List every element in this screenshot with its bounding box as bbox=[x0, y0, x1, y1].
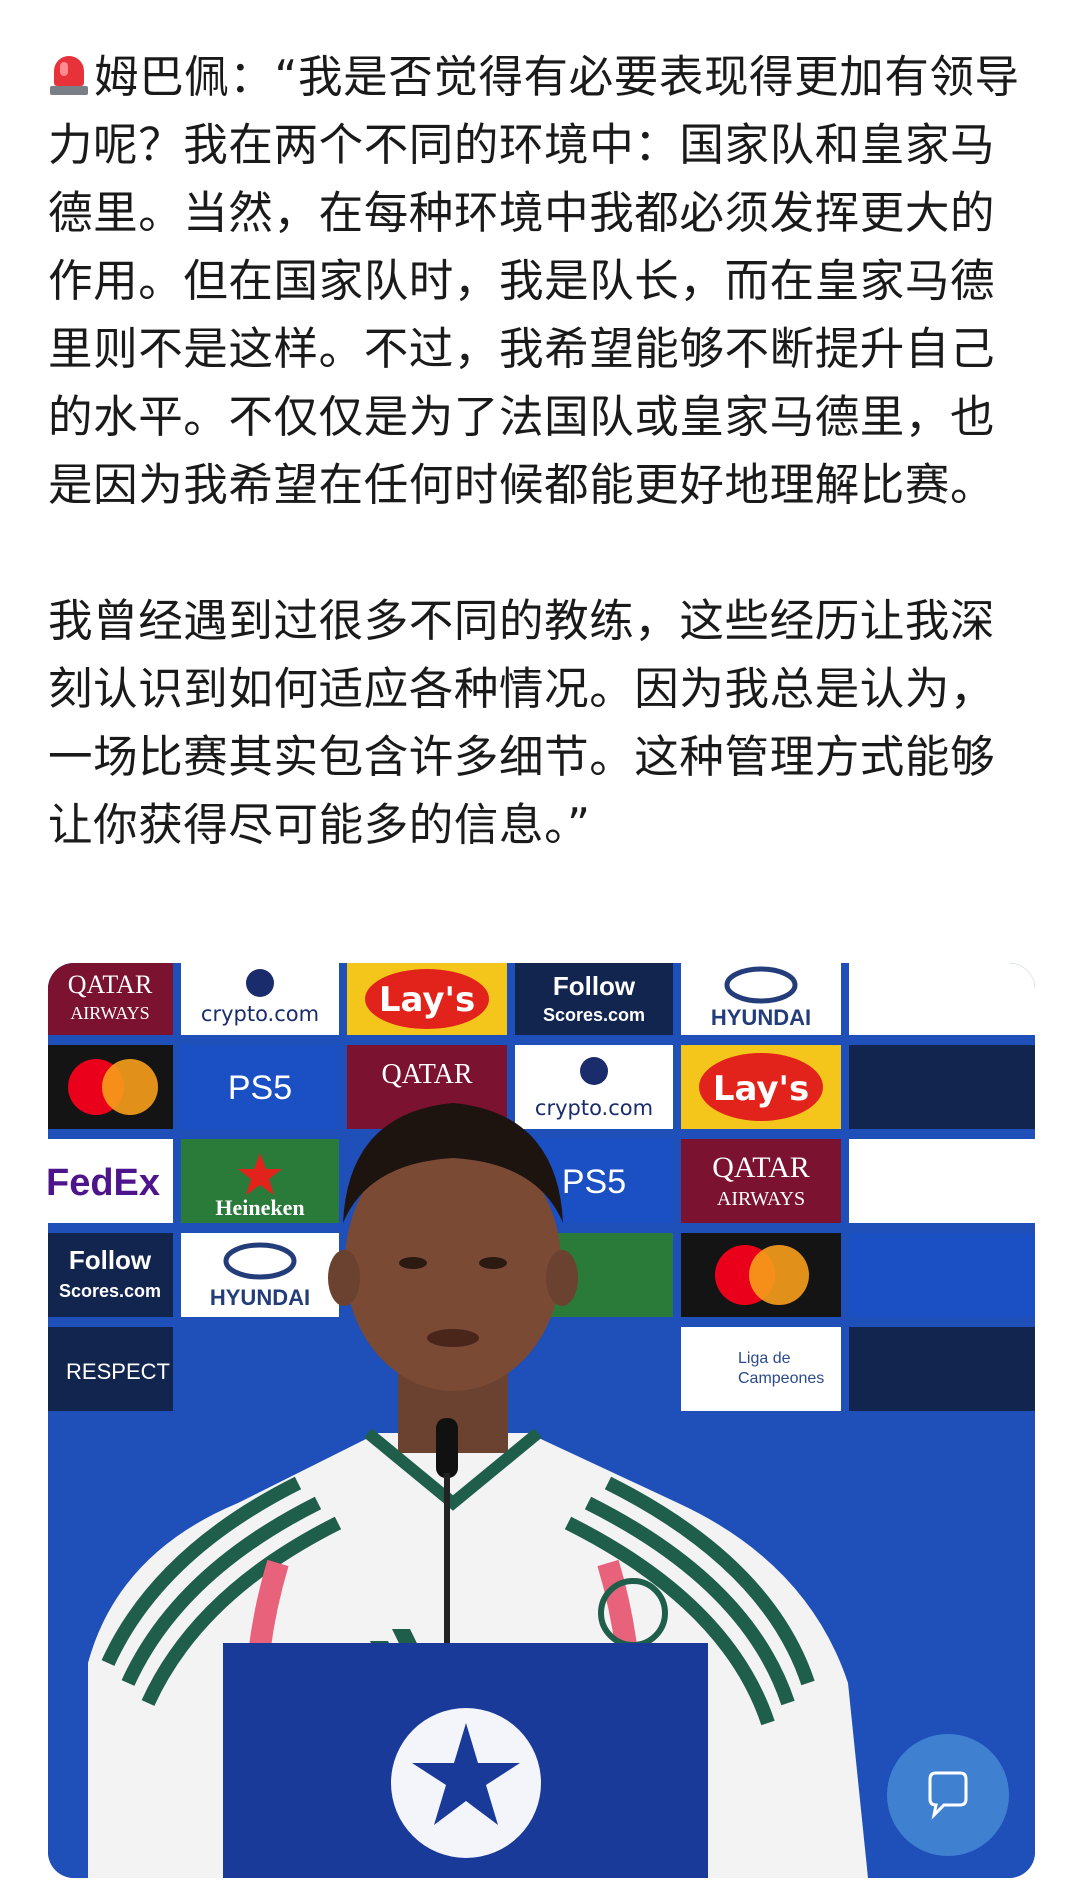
chat-bubble-icon[interactable] bbox=[887, 1734, 1009, 1856]
board-edge-2 bbox=[849, 1045, 1035, 1129]
board-edge-3 bbox=[849, 1139, 1035, 1223]
board-crypto-2-text: crypto.com bbox=[535, 1096, 653, 1120]
board-follow-1-line2: Scores.com bbox=[543, 1005, 645, 1025]
board-heineken-1-text: Heineken bbox=[215, 1195, 304, 1220]
siren-icon bbox=[48, 52, 90, 98]
board-liga-1-line2: Campeones bbox=[738, 1370, 824, 1387]
post-paragraph-1-text: 姆巴佩：“我是否觉得有必要表现得更加有领导力呢？我在两个不同的环境中：国家队和皇… bbox=[48, 52, 1020, 511]
board-respect-1-text: RESPECT bbox=[66, 1359, 170, 1384]
press-conference-photo: QATAR AIRWAYS crypto.com Lay's Follow Sc… bbox=[48, 963, 1035, 1878]
board-follow-1-line1: Follow bbox=[553, 971, 636, 1001]
board-ps5-2-text: PS5 bbox=[562, 1163, 626, 1201]
board-qatar-2-line1: QATAR bbox=[381, 1059, 472, 1090]
board-liga-1 bbox=[681, 1327, 841, 1411]
board-qatar-1-line1: QATAR bbox=[68, 970, 153, 999]
board-hyundai-1-text: HYUNDAI bbox=[711, 1005, 811, 1030]
podium bbox=[223, 1643, 708, 1878]
board-ps5-1-text: PS5 bbox=[228, 1069, 292, 1107]
post-paragraph-1: 姆巴佩：“我是否觉得有必要表现得更加有领导力呢？我在两个不同的环境中：国家队和皇… bbox=[48, 44, 1038, 520]
board-hyundai-2-text: HYUNDAI bbox=[210, 1285, 310, 1310]
board-edge-5 bbox=[849, 1327, 1035, 1411]
post-content: 姆巴佩：“我是否觉得有必要表现得更加有领导力呢？我在两个不同的环境中：国家队和皇… bbox=[48, 44, 1038, 860]
board-fedex-1-text: FedEx bbox=[48, 1162, 160, 1204]
board-hyundai-edge bbox=[849, 963, 1035, 1035]
board-crypto-1-text: crypto.com bbox=[201, 1002, 319, 1026]
board-lays-1-text: Lay's bbox=[379, 980, 475, 1020]
post-paragraph-2: 我曾经遇到过很多不同的教练，这些经历让我深刻认识到如何适应各种情况。因为我总是认… bbox=[48, 596, 996, 851]
board-liga-1-line1: Liga de bbox=[738, 1350, 791, 1367]
board-follow-2-line1: Follow bbox=[69, 1245, 152, 1275]
board-qatar-3-line1: QATAR bbox=[712, 1151, 810, 1184]
board-edge-4 bbox=[849, 1233, 1035, 1317]
board-lays-2-text: Lay's bbox=[713, 1069, 809, 1109]
post-image[interactable]: QATAR AIRWAYS crypto.com Lay's Follow Sc… bbox=[48, 963, 1035, 1878]
board-qatar-1-line2: AIRWAYS bbox=[70, 1003, 149, 1023]
board-follow-2-line2: Scores.com bbox=[59, 1281, 161, 1301]
board-qatar-3-line2: AIRWAYS bbox=[717, 1188, 805, 1210]
